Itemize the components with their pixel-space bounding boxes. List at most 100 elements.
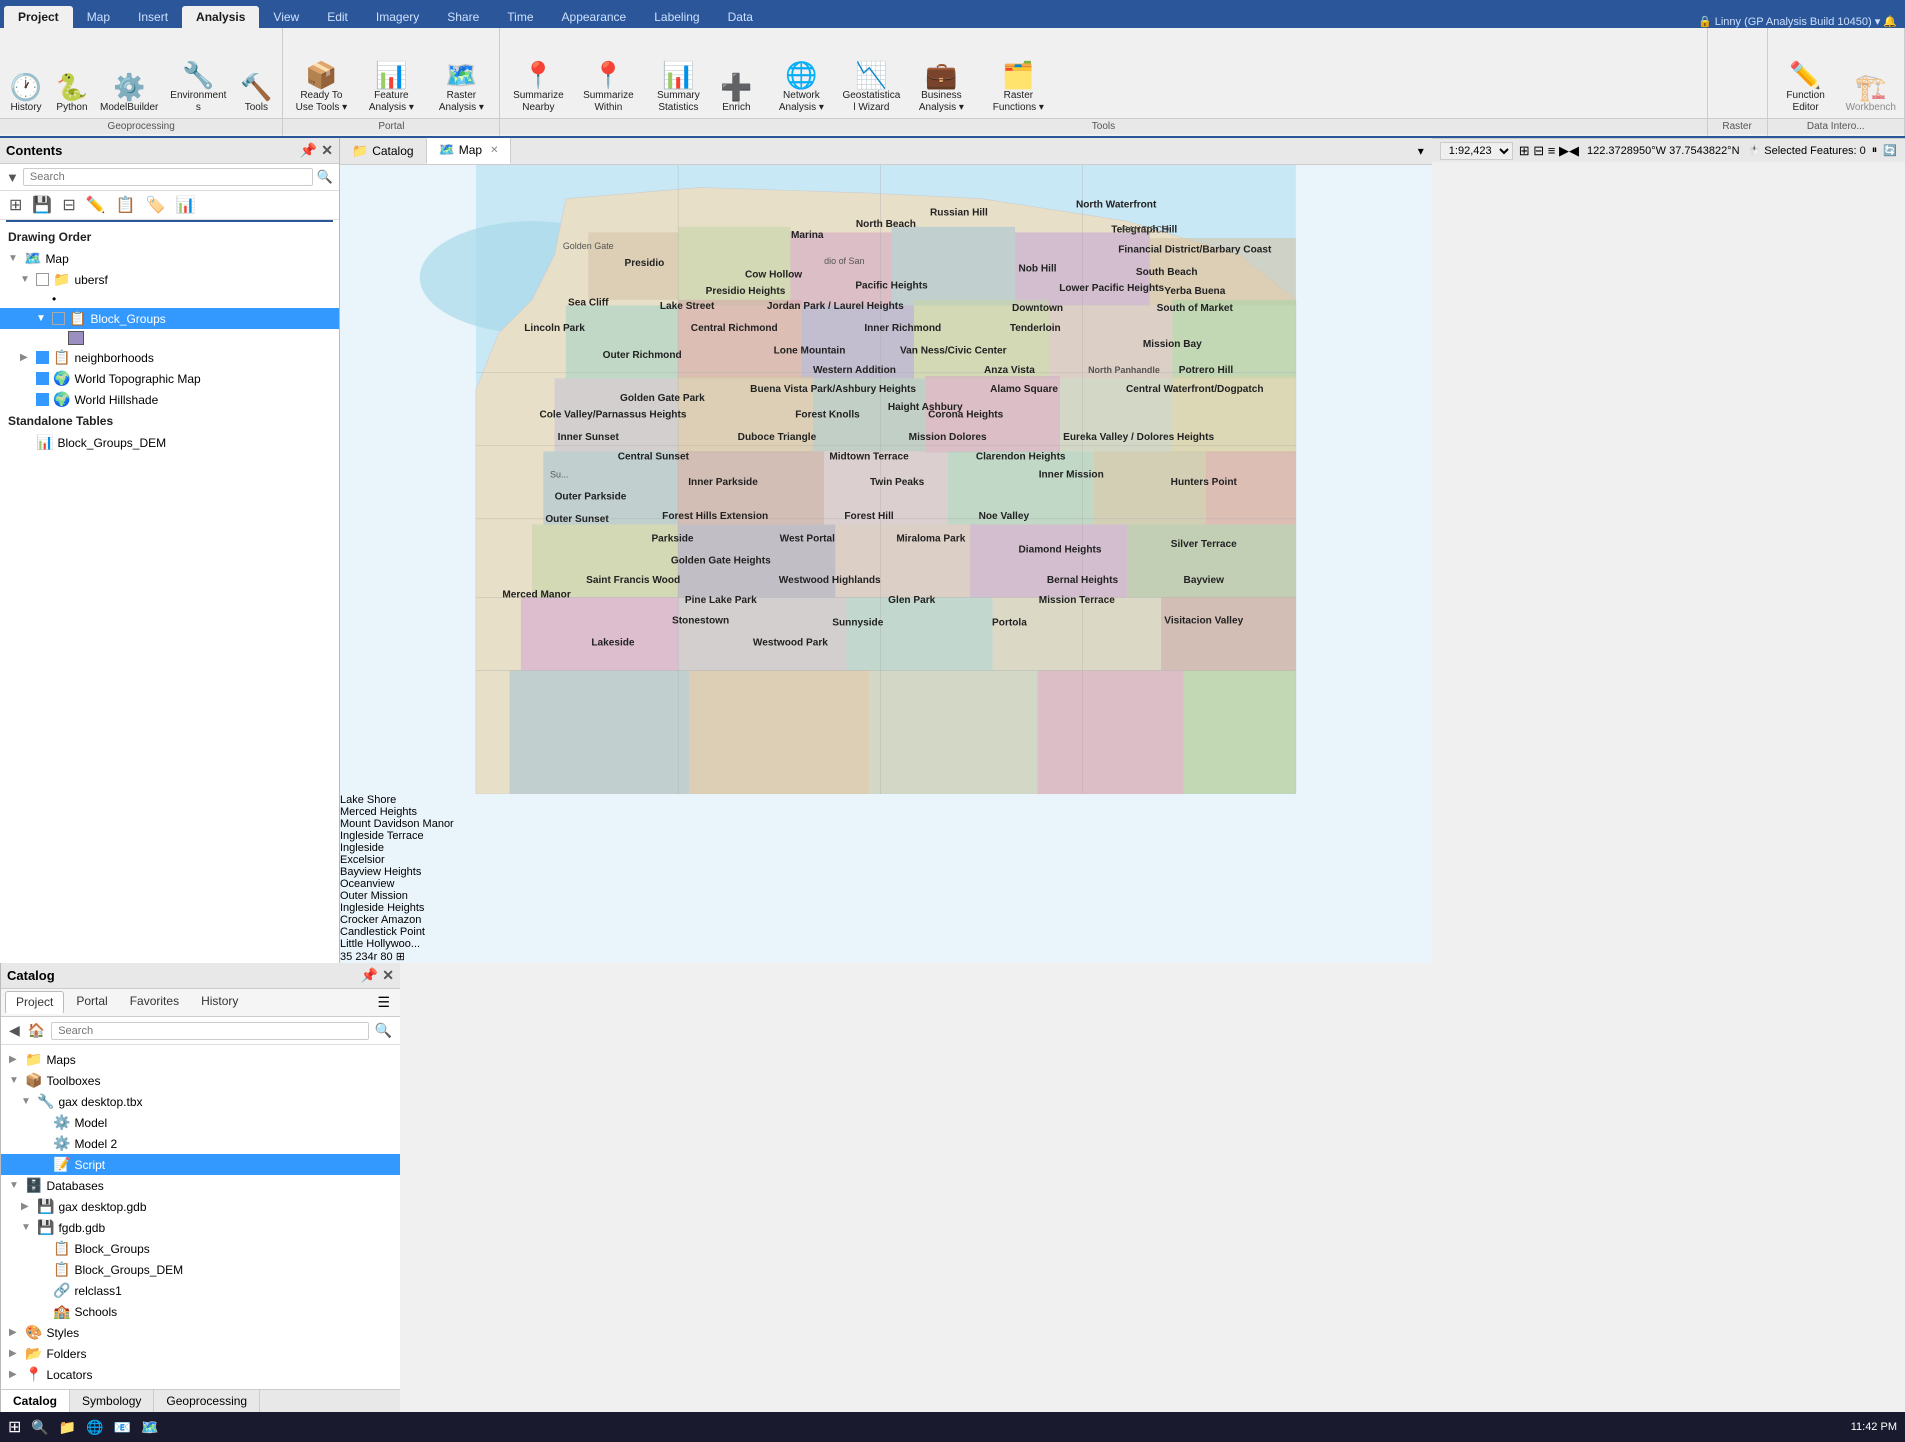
tools-button[interactable]: 🔨 Tools bbox=[234, 70, 278, 118]
cat-item-gaxgdb[interactable]: ▶ 💾 gax desktop.gdb bbox=[1, 1196, 400, 1217]
tree-item-world-hillshade[interactable]: 🌍 World Hillshade bbox=[0, 389, 339, 410]
businessanalysis-button[interactable]: 💼 Business Analysis ▾ bbox=[907, 58, 975, 118]
edit-icon[interactable]: ✏️ bbox=[83, 194, 109, 216]
scale-selector[interactable]: 1:92,423 bbox=[1440, 142, 1513, 160]
tree-item-world-topo[interactable]: 🌍 World Topographic Map bbox=[0, 368, 339, 389]
cat-item-styles[interactable]: ▶ 🎨 Styles bbox=[1, 1322, 400, 1343]
history-button[interactable]: 🕐 History bbox=[4, 70, 48, 118]
geostatistical-button[interactable]: 📉 Geostatistical Wizard bbox=[837, 58, 905, 118]
taskbar-app-3[interactable]: 📧 bbox=[114, 1419, 131, 1436]
neighborhoods-expander[interactable]: ▶ bbox=[20, 352, 32, 363]
cat-item-blockgroups-cat[interactable]: 📋 Block_Groups bbox=[1, 1238, 400, 1259]
workbench-button[interactable]: 🏗️ Workbench bbox=[1842, 70, 1900, 118]
tab-data[interactable]: Data bbox=[714, 6, 767, 28]
close-catalog-icon[interactable]: ✕ bbox=[382, 967, 394, 984]
cat-item-script[interactable]: 📝 Script bbox=[1, 1154, 400, 1175]
catalog-bottom-tab-geoprocessing[interactable]: Geoprocessing bbox=[154, 1390, 260, 1412]
start-button[interactable]: ⊞ bbox=[8, 1417, 21, 1437]
databases-expander[interactable]: ▼ bbox=[9, 1180, 21, 1191]
catalog-history-tab[interactable]: History bbox=[191, 991, 248, 1014]
ubersf-checkbox[interactable] bbox=[36, 273, 49, 286]
enrich-button[interactable]: ➕ Enrich bbox=[714, 70, 758, 118]
modelbuilder-button[interactable]: ⚙️ ModelBuilder bbox=[96, 70, 162, 118]
readytools-button[interactable]: 📦 Ready To Use Tools ▾ bbox=[287, 58, 355, 118]
tab-appearance[interactable]: Appearance bbox=[548, 6, 641, 28]
locators-expander[interactable]: ▶ bbox=[9, 1369, 21, 1380]
map-tab-close[interactable]: ✕ bbox=[490, 145, 498, 156]
tree-item-map[interactable]: ▼ 🗺️ Map bbox=[0, 248, 339, 269]
search-icon[interactable]: 🔍 bbox=[317, 169, 333, 185]
networkanalysis-button[interactable]: 🌐 Network Analysis ▾ bbox=[767, 58, 835, 118]
tab-analysis[interactable]: Analysis bbox=[182, 6, 259, 28]
catalog-project-tab[interactable]: Project bbox=[5, 991, 64, 1014]
close-contents-icon[interactable]: ✕ bbox=[321, 142, 333, 159]
tab-edit[interactable]: Edit bbox=[313, 6, 362, 28]
taskbar-app-1[interactable]: 📁 bbox=[59, 1419, 76, 1436]
map-expander[interactable]: ▼ bbox=[8, 253, 20, 264]
fgdb-expander[interactable]: ▼ bbox=[21, 1222, 33, 1233]
catalog-bottom-tab-symbology[interactable]: Symbology bbox=[70, 1390, 154, 1412]
blockgroups-expander[interactable]: ▼ bbox=[36, 313, 48, 324]
rasteranalysis-button[interactable]: 🗺️ Raster Analysis ▾ bbox=[427, 58, 495, 118]
refresh-icon[interactable]: 🔄 bbox=[1883, 144, 1897, 157]
folders-expander[interactable]: ▶ bbox=[9, 1348, 21, 1359]
table-icon[interactable]: 📋 bbox=[113, 194, 139, 216]
tab-map[interactable]: Map bbox=[73, 6, 124, 28]
filter-layers-icon[interactable]: ⊟ bbox=[59, 194, 78, 216]
tree-item-ubersf-sub[interactable]: • bbox=[0, 290, 339, 308]
functioneditor-button[interactable]: ✏️ Function Editor bbox=[1772, 58, 1840, 118]
tab-project[interactable]: Project bbox=[4, 6, 73, 28]
catalog-bottom-tab-catalog[interactable]: Catalog bbox=[1, 1390, 70, 1412]
python-button[interactable]: 🐍 Python bbox=[50, 70, 94, 118]
pin-catalog-icon[interactable]: 📌 bbox=[361, 967, 378, 984]
label-icon[interactable]: 🏷️ bbox=[143, 194, 169, 216]
worldtopo-checkbox[interactable] bbox=[36, 372, 49, 385]
cat-item-locators[interactable]: ▶ 📍 Locators bbox=[1, 1364, 400, 1385]
worldhillshade-checkbox[interactable] bbox=[36, 393, 49, 406]
ubersf-expander[interactable]: ▼ bbox=[20, 274, 32, 285]
tree-item-block-groups[interactable]: ▼ 📋 Block_Groups bbox=[0, 308, 339, 329]
tab-catalog-map[interactable]: 📁 Catalog bbox=[340, 139, 427, 163]
block-groups-checkbox[interactable] bbox=[52, 312, 65, 325]
data-source-icon[interactable]: 💾 bbox=[29, 194, 55, 216]
tab-imagery[interactable]: Imagery bbox=[362, 6, 433, 28]
tab-share[interactable]: Share bbox=[433, 6, 493, 28]
environments-button[interactable]: 🔧 Environments bbox=[164, 58, 232, 118]
toolboxes-expander[interactable]: ▼ bbox=[9, 1075, 21, 1086]
chart-icon[interactable]: 📊 bbox=[173, 194, 199, 216]
cat-item-model[interactable]: ⚙️ Model bbox=[1, 1112, 400, 1133]
gaxtbx-expander[interactable]: ▼ bbox=[21, 1096, 33, 1107]
catalog-portal-tab[interactable]: Portal bbox=[66, 991, 117, 1014]
tab-map-view[interactable]: 🗺️ Map ✕ bbox=[427, 138, 512, 164]
tab-view[interactable]: View bbox=[259, 6, 313, 28]
tab-labeling[interactable]: Labeling bbox=[640, 6, 713, 28]
cat-item-databases[interactable]: ▼ 🗄️ Databases bbox=[1, 1175, 400, 1196]
taskbar-app-4[interactable]: 🗺️ bbox=[141, 1419, 158, 1436]
search-taskbar[interactable]: 🔍 bbox=[31, 1419, 48, 1436]
home-button[interactable]: 🏠 bbox=[26, 1020, 47, 1041]
rasterfunctions-button[interactable]: 🗂️ Raster Functions ▾ bbox=[984, 58, 1052, 118]
featureanalysis-button[interactable]: 📊 Feature Analysis ▾ bbox=[357, 58, 425, 118]
cat-item-toolboxes[interactable]: ▼ 📦 Toolboxes bbox=[1, 1070, 400, 1091]
cat-item-maps[interactable]: ▶ 📁 Maps bbox=[1, 1049, 400, 1070]
catalog-search-input[interactable] bbox=[51, 1022, 368, 1040]
tree-item-ubersf[interactable]: ▼ 📁 ubersf bbox=[0, 269, 339, 290]
summarystatistics-button[interactable]: 📊 Summary Statistics bbox=[644, 58, 712, 118]
map-tab-dropdown[interactable]: ▾ bbox=[1410, 140, 1432, 162]
maps-expander[interactable]: ▶ bbox=[9, 1054, 21, 1065]
catalog-favorites-tab[interactable]: Favorites bbox=[120, 991, 189, 1014]
cat-item-folders[interactable]: ▶ 📂 Folders bbox=[1, 1343, 400, 1364]
catalog-menu-icon[interactable]: ☰ bbox=[371, 991, 396, 1014]
cat-item-gaxtbx[interactable]: ▼ 🔧 gax desktop.tbx bbox=[1, 1091, 400, 1112]
catalog-search-button[interactable]: 🔍 bbox=[373, 1020, 394, 1041]
summarizenearby-button[interactable]: 📍 Summarize Nearby bbox=[504, 58, 572, 118]
cat-item-model2[interactable]: ⚙️ Model 2 bbox=[1, 1133, 400, 1154]
cat-item-schools[interactable]: 🏫 Schools bbox=[1, 1301, 400, 1322]
tree-item-blockgroups-dem[interactable]: 📊 Block_Groups_DEM bbox=[0, 432, 339, 453]
tab-insert[interactable]: Insert bbox=[124, 6, 182, 28]
gaxgdb-expander[interactable]: ▶ bbox=[21, 1201, 33, 1212]
neighborhoods-checkbox[interactable] bbox=[36, 351, 49, 364]
taskbar-app-2[interactable]: 🌐 bbox=[86, 1419, 103, 1436]
pause-icon[interactable]: ⏸ bbox=[1872, 144, 1878, 157]
map-container[interactable]: Russian Hill North Waterfront Telegraph … bbox=[340, 165, 1432, 794]
